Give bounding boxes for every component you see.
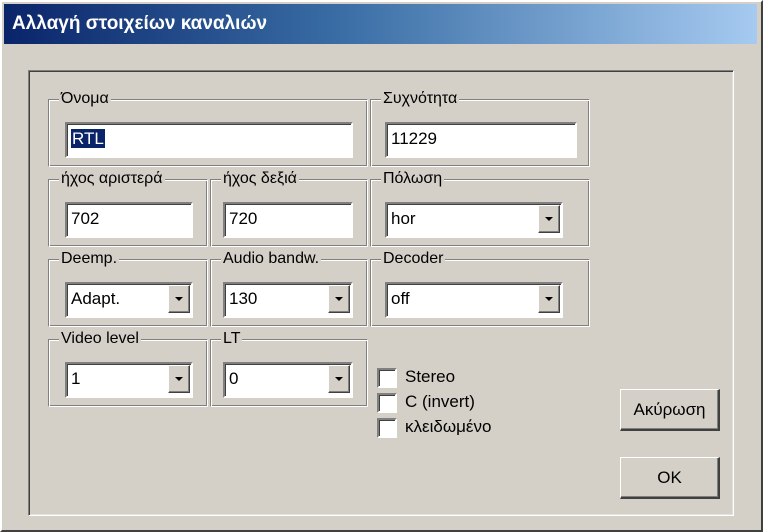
polarization-dropdown-arrow-icon[interactable] (538, 205, 560, 233)
audio-right-label: ήχος δεξιά (221, 169, 299, 189)
audio-left-input[interactable]: 702 (65, 202, 193, 238)
decoder-group: Decoder off (370, 249, 590, 327)
cancel-button[interactable]: Ακύρωση (620, 389, 720, 431)
polarization-select[interactable]: hor (385, 202, 563, 238)
name-input[interactable]: RTL (65, 122, 353, 158)
audio-bandwidth-value: 130 (229, 289, 258, 308)
lt-select[interactable]: 0 (223, 362, 353, 398)
channel-edit-dialog: Αλλαγή στοιχείων καναλιών Όνομα RTL Συχν… (0, 0, 763, 532)
video-level-label: Video level (59, 329, 141, 349)
audio-bandwidth-dropdown-arrow-icon[interactable] (328, 285, 350, 313)
frequency-label: Συχνότητα (381, 89, 460, 109)
polarization-label: Πόλωση (381, 169, 445, 189)
stereo-label: Stereo (405, 367, 456, 386)
audio-bandwidth-select[interactable]: 130 (223, 282, 353, 318)
window-title: Αλλαγή στοιχείων καναλιών (4, 4, 757, 44)
audio-bandwidth-group: Audio bandw. 130 (210, 249, 368, 327)
audio-right-group: ήχος δεξιά 720 (210, 169, 368, 247)
decoder-label: Decoder (381, 249, 446, 269)
stereo-checkbox-box[interactable] (377, 367, 397, 388)
lt-value: 0 (229, 369, 239, 388)
audio-left-label: ήχος αριστερά (59, 169, 165, 189)
name-label: Όνομα (59, 89, 111, 109)
audio-right-input[interactable]: 720 (223, 202, 353, 238)
c-invert-checkbox-box[interactable] (377, 392, 397, 413)
lt-dropdown-arrow-icon[interactable] (328, 365, 350, 393)
video-level-dropdown-arrow-icon[interactable] (168, 365, 190, 393)
deemphasis-value: Adapt. (71, 289, 121, 308)
decoder-dropdown-arrow-icon[interactable] (538, 285, 560, 313)
deemphasis-select[interactable]: Adapt. (65, 282, 193, 318)
video-level-select[interactable]: 1 (65, 362, 193, 398)
ok-button[interactable]: OK (620, 457, 720, 499)
audio-left-group: ήχος αριστερά 702 (48, 169, 208, 247)
deemphasis-label: Deemp. (59, 249, 120, 269)
video-level-group: Video level 1 (48, 329, 208, 407)
polarization-group: Πόλωση hor (370, 169, 590, 247)
name-value: RTL (71, 129, 105, 148)
c-invert-label: C (invert) (405, 392, 475, 411)
name-group: Όνομα RTL (48, 89, 368, 167)
c-invert-checkbox[interactable]: C (invert) (377, 390, 475, 414)
settings-panel: Όνομα RTL Συχνότητα 11229 ήχος αριστερά … (28, 70, 734, 516)
lt-label: LT (221, 329, 243, 349)
stereo-checkbox[interactable]: Stereo (377, 365, 455, 389)
decoder-value: off (391, 289, 410, 308)
frequency-group: Συχνότητα 11229 (370, 89, 590, 167)
frequency-input[interactable]: 11229 (385, 122, 577, 158)
audio-bandwidth-label: Audio bandw. (221, 249, 322, 269)
video-level-value: 1 (71, 369, 81, 388)
decoder-select[interactable]: off (385, 282, 563, 318)
locked-checkbox[interactable]: κλειδωμένο (377, 415, 491, 439)
polarization-value: hor (391, 209, 416, 228)
lt-group: LT 0 (210, 329, 368, 407)
locked-checkbox-box[interactable] (377, 417, 397, 438)
deemphasis-group: Deemp. Adapt. (48, 249, 208, 327)
locked-label: κλειδωμένο (405, 417, 492, 436)
deemphasis-dropdown-arrow-icon[interactable] (168, 285, 190, 313)
